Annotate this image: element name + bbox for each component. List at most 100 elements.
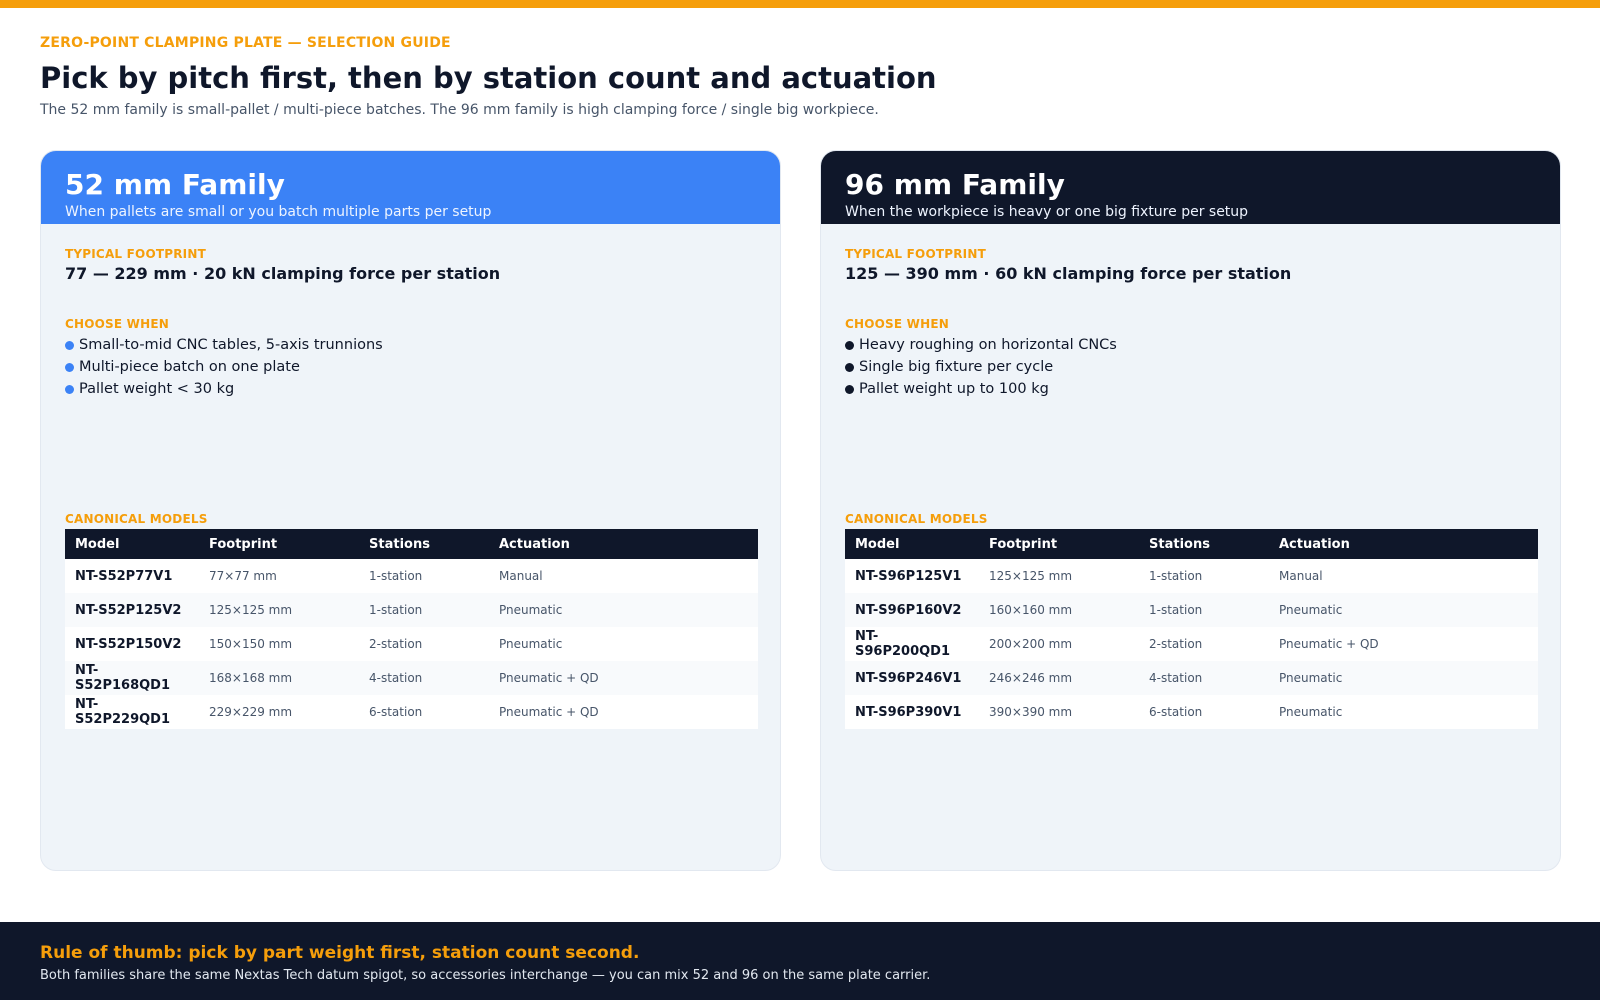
footprint-label: TYPICAL FOOTPRINT: [65, 247, 206, 261]
page-header: ZERO-POINT CLAMPING PLATE — SELECTION GU…: [40, 34, 1560, 120]
cell-actuation: Pneumatic + QD: [1269, 627, 1538, 661]
cell-actuation: Manual: [1269, 559, 1538, 593]
bullet-text: Small-to-mid CNC tables, 5-axis trunnion…: [79, 337, 383, 353]
cell-model: NT-S96P125V1: [845, 559, 979, 593]
cell-stations: 6-station: [1139, 695, 1269, 729]
cell-model: NT-S96P246V1: [845, 661, 979, 695]
list-item: Small-to-mid CNC tables, 5-axis trunnion…: [65, 334, 383, 356]
choose-when-list: Small-to-mid CNC tables, 5-axis trunnion…: [65, 334, 383, 400]
list-item: Heavy roughing on horizontal CNCs: [845, 334, 1117, 356]
cell-footprint: 125×125 mm: [199, 593, 359, 627]
table-header-row: Model Footprint Stations Actuation: [845, 529, 1538, 559]
cell-actuation: Pneumatic: [1269, 695, 1538, 729]
column-header-footprint: Footprint: [199, 529, 359, 559]
table-row: NT-S96P390V1 390×390 mm 6-station Pneuma…: [845, 695, 1538, 729]
family-card-header: 52 mm Family When pallets are small or y…: [41, 151, 780, 224]
cell-footprint: 229×229 mm: [199, 695, 359, 729]
table-header-row: Model Footprint Stations Actuation: [65, 529, 758, 559]
bullet-text: Single big fixture per cycle: [859, 359, 1054, 375]
family-card-header: 96 mm Family When the workpiece is heavy…: [821, 151, 1560, 224]
cell-footprint: 77×77 mm: [199, 559, 359, 593]
table-row: NT-S52P77V1 77×77 mm 1-station Manual: [65, 559, 758, 593]
cell-stations: 2-station: [359, 627, 489, 661]
cell-footprint: 125×125 mm: [979, 559, 1139, 593]
family-card-52: 52 mm Family When pallets are small or y…: [40, 150, 781, 871]
models-label: CANONICAL MODELS: [65, 512, 208, 526]
column-header-actuation: Actuation: [1269, 529, 1538, 559]
cell-footprint: 246×246 mm: [979, 661, 1139, 695]
footer-text: Both families share the same Nextas Tech…: [40, 968, 931, 983]
cell-actuation: Manual: [489, 559, 758, 593]
bullet-dot-icon: [845, 362, 854, 372]
family-card-body: TYPICAL FOOTPRINT 77 — 229 mm · 20 kN cl…: [41, 224, 780, 870]
page-subtitle: The 52 mm family is small-pallet / multi…: [40, 102, 879, 118]
footprint-label: TYPICAL FOOTPRINT: [845, 247, 986, 261]
cell-stations: 4-station: [359, 661, 489, 695]
cell-actuation: Pneumatic: [1269, 593, 1538, 627]
cell-model: NT-S96P390V1: [845, 695, 979, 729]
family-title: 52 mm Family: [65, 168, 285, 201]
models-label: CANONICAL MODELS: [845, 512, 988, 526]
cell-stations: 4-station: [1139, 661, 1269, 695]
family-subtitle: When the workpiece is heavy or one big f…: [845, 204, 1249, 220]
cell-stations: 1-station: [1139, 559, 1269, 593]
bullet-text: Multi-piece batch on one plate: [79, 359, 300, 375]
column-header-actuation: Actuation: [489, 529, 758, 559]
cell-stations: 1-station: [359, 593, 489, 627]
footprint-value: 125 — 390 mm · 60 kN clamping force per …: [845, 264, 1292, 283]
cell-model: NT-S52P150V2: [65, 627, 199, 661]
cell-stations: 6-station: [359, 695, 489, 729]
cell-actuation: Pneumatic + QD: [489, 695, 758, 729]
list-item: Pallet weight up to 100 kg: [845, 378, 1117, 400]
cell-model: NT-S52P125V2: [65, 593, 199, 627]
footprint-value: 77 — 229 mm · 20 kN clamping force per s…: [65, 264, 501, 283]
cell-stations: 1-station: [359, 559, 489, 593]
cell-footprint: 150×150 mm: [199, 627, 359, 661]
cell-actuation: Pneumatic: [489, 593, 758, 627]
bullet-text: Pallet weight < 30 kg: [79, 381, 235, 397]
choose-when-label: CHOOSE WHEN: [845, 317, 949, 331]
table-row: NT-S52P150V2 150×150 mm 2-station Pneuma…: [65, 627, 758, 661]
bullet-dot-icon: [65, 340, 74, 350]
bullet-text: Heavy roughing on horizontal CNCs: [859, 337, 1117, 353]
list-item: Multi-piece batch on one plate: [65, 356, 383, 378]
list-item: Pallet weight < 30 kg: [65, 378, 383, 400]
cell-footprint: 200×200 mm: [979, 627, 1139, 661]
table-row: NT-S52P229QD1 229×229 mm 6-station Pneum…: [65, 695, 758, 729]
accent-bar: [0, 0, 1600, 8]
cell-stations: 2-station: [1139, 627, 1269, 661]
family-subtitle: When pallets are small or you batch mult…: [65, 204, 492, 220]
cell-actuation: Pneumatic + QD: [489, 661, 758, 695]
cell-footprint: 168×168 mm: [199, 661, 359, 695]
bullet-dot-icon: [845, 340, 854, 350]
page-eyebrow: ZERO-POINT CLAMPING PLATE — SELECTION GU…: [40, 35, 451, 51]
table-row: NT-S52P125V2 125×125 mm 1-station Pneuma…: [65, 593, 758, 627]
cell-model: NT-S52P229QD1: [65, 695, 199, 729]
models-table: Model Footprint Stations Actuation NT-S9…: [845, 529, 1538, 729]
family-card-body: TYPICAL FOOTPRINT 125 — 390 mm · 60 kN c…: [821, 224, 1560, 870]
list-item: Single big fixture per cycle: [845, 356, 1117, 378]
cell-model: NT-S96P160V2: [845, 593, 979, 627]
cell-stations: 1-station: [1139, 593, 1269, 627]
bullet-dot-icon: [845, 384, 854, 394]
table-row: NT-S96P125V1 125×125 mm 1-station Manual: [845, 559, 1538, 593]
bullet-dot-icon: [65, 362, 74, 372]
column-header-stations: Stations: [359, 529, 489, 559]
table-row: NT-S96P200QD1 200×200 mm 2-station Pneum…: [845, 627, 1538, 661]
page-title: Pick by pitch first, then by station cou…: [40, 61, 937, 95]
column-header-model: Model: [65, 529, 199, 559]
footer-banner: Rule of thumb: pick by part weight first…: [0, 922, 1600, 1000]
bullet-dot-icon: [65, 384, 74, 394]
column-header-footprint: Footprint: [979, 529, 1139, 559]
cell-footprint: 390×390 mm: [979, 695, 1139, 729]
choose-when-list: Heavy roughing on horizontal CNCs Single…: [845, 334, 1117, 400]
bullet-text: Pallet weight up to 100 kg: [859, 381, 1049, 397]
cell-footprint: 160×160 mm: [979, 593, 1139, 627]
family-title: 96 mm Family: [845, 168, 1065, 201]
family-card-96: 96 mm Family When the workpiece is heavy…: [820, 150, 1561, 871]
cell-model: NT-S52P77V1: [65, 559, 199, 593]
cell-actuation: Pneumatic: [489, 627, 758, 661]
column-header-stations: Stations: [1139, 529, 1269, 559]
table-row: NT-S96P160V2 160×160 mm 1-station Pneuma…: [845, 593, 1538, 627]
table-row: NT-S52P168QD1 168×168 mm 4-station Pneum…: [65, 661, 758, 695]
